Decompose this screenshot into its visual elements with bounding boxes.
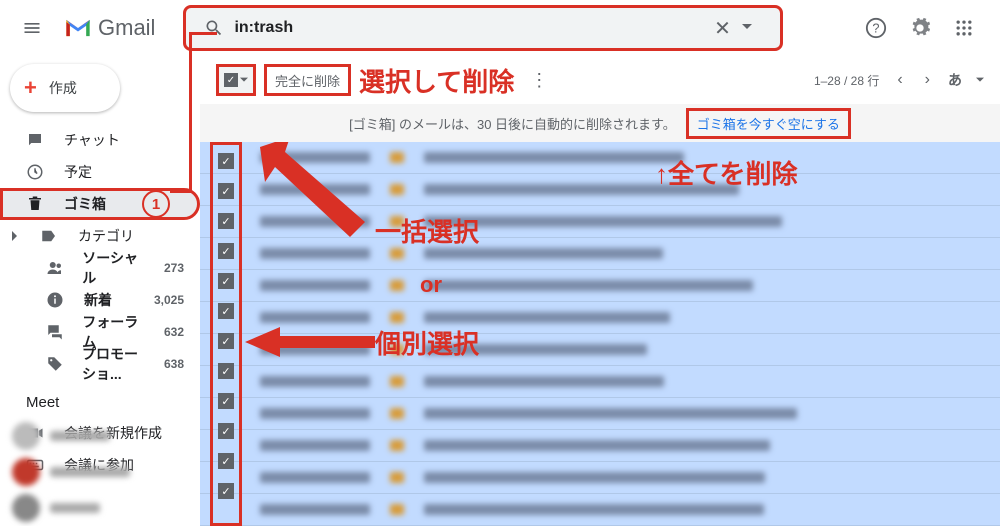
row-checkbox[interactable]: ✓ bbox=[218, 393, 234, 409]
empty-trash-link[interactable]: ゴミ箱を今すぐ空にする bbox=[686, 108, 851, 139]
row-checkbox[interactable]: ✓ bbox=[218, 483, 234, 499]
search-icon bbox=[204, 18, 224, 38]
message-row[interactable] bbox=[200, 462, 1000, 494]
sidebar-item-label: プロモーショ... bbox=[82, 344, 146, 384]
sidebar-item-label: チャット bbox=[64, 130, 120, 150]
row-checkbox[interactable]: ✓ bbox=[218, 153, 234, 169]
plus-icon: + bbox=[24, 75, 37, 101]
meet-section-header: Meet bbox=[0, 380, 200, 417]
clock-icon bbox=[26, 163, 46, 181]
next-page-button[interactable]: › bbox=[921, 67, 934, 93]
banner-text: [ゴミ箱] のメールは、30 日後に自動的に削除されます。 bbox=[349, 114, 676, 133]
gmail-logo[interactable]: Gmail bbox=[64, 15, 155, 41]
info-icon bbox=[46, 291, 66, 309]
message-row[interactable] bbox=[200, 366, 1000, 398]
sidebar-item-count: 273 bbox=[164, 261, 184, 275]
caret-right-icon bbox=[10, 231, 22, 241]
message-row[interactable] bbox=[200, 494, 1000, 526]
sidebar-item-promotions[interactable]: プロモーショ... 638 bbox=[0, 348, 200, 380]
hangouts-contacts bbox=[0, 418, 200, 526]
input-method-button[interactable]: あ bbox=[948, 70, 962, 90]
gmail-text: Gmail bbox=[98, 15, 155, 41]
caret-down-icon bbox=[240, 76, 248, 84]
message-list: ✓ ✓ ✓ ✓ ✓ ✓ ✓ ✓ ✓ ✓ ✓ ✓ 一括選択 or 個別選択 ↑全てを削除 bbox=[200, 142, 1000, 526]
sidebar-item-count: 3,025 bbox=[154, 293, 184, 307]
row-checkbox[interactable]: ✓ bbox=[218, 303, 234, 319]
caret-down-icon bbox=[742, 22, 752, 32]
message-row[interactable] bbox=[200, 142, 1000, 174]
label-icon bbox=[40, 227, 60, 245]
sidebar-item-label: 新着 bbox=[84, 290, 112, 310]
message-row[interactable] bbox=[200, 430, 1000, 462]
hamburger-icon bbox=[22, 18, 42, 38]
sidebar-item-chat[interactable]: チャット bbox=[0, 124, 200, 156]
annotation-circle-1: 1 bbox=[142, 190, 170, 218]
message-row[interactable] bbox=[200, 206, 1000, 238]
row-checkbox[interactable]: ✓ bbox=[218, 183, 234, 199]
apps-grid-icon bbox=[954, 18, 974, 38]
message-row[interactable] bbox=[200, 174, 1000, 206]
sidebar-item-scheduled[interactable]: 予定 bbox=[0, 156, 200, 188]
more-actions-button[interactable]: ⋮ bbox=[530, 70, 548, 91]
chat-icon bbox=[26, 131, 46, 149]
main-panel: ✓ 完全に削除 選択して削除 ⋮ 1–28 / 28 行 ‹ › あ [ゴミ箱]… bbox=[200, 56, 1000, 526]
search-button[interactable] bbox=[194, 18, 234, 38]
forum-icon bbox=[46, 323, 64, 341]
message-row[interactable] bbox=[200, 270, 1000, 302]
caret-down-icon bbox=[976, 76, 984, 84]
search-input[interactable] bbox=[234, 19, 702, 37]
close-icon: ✕ bbox=[714, 16, 731, 41]
toolbar: ✓ 完全に削除 選択して削除 ⋮ 1–28 / 28 行 ‹ › あ bbox=[200, 56, 1000, 104]
sidebar-item-label: ソーシャル bbox=[82, 248, 146, 288]
message-row[interactable] bbox=[200, 302, 1000, 334]
compose-button[interactable]: + 作成 bbox=[10, 64, 120, 112]
checkbox-column: ✓ ✓ ✓ ✓ ✓ ✓ ✓ ✓ ✓ ✓ ✓ ✓ bbox=[210, 142, 242, 526]
trash-info-banner: [ゴミ箱] のメールは、30 日後に自動的に削除されます。 ゴミ箱を今すぐ空にす… bbox=[200, 104, 1000, 142]
sidebar-item-social[interactable]: ソーシャル 273 bbox=[0, 252, 200, 284]
sidebar-item-count: 638 bbox=[164, 357, 184, 371]
header-actions: ? bbox=[856, 8, 992, 48]
select-all-checkbox[interactable]: ✓ bbox=[216, 64, 256, 96]
message-row[interactable] bbox=[200, 334, 1000, 366]
sidebar-item-label: カテゴリ bbox=[78, 226, 134, 246]
annotation-individual-select: 個別選択 bbox=[375, 324, 479, 361]
row-checkbox[interactable]: ✓ bbox=[218, 453, 234, 469]
row-checkbox[interactable]: ✓ bbox=[218, 273, 234, 289]
settings-button[interactable] bbox=[900, 8, 940, 48]
checkbox-checked-icon: ✓ bbox=[224, 73, 238, 87]
annotation-or: or bbox=[420, 272, 442, 298]
svg-text:?: ? bbox=[872, 21, 879, 36]
people-icon bbox=[46, 259, 64, 277]
help-icon: ? bbox=[865, 17, 887, 39]
support-button[interactable]: ? bbox=[856, 8, 896, 48]
message-row[interactable] bbox=[200, 398, 1000, 430]
sidebar-item-label: 予定 bbox=[64, 162, 92, 182]
message-row[interactable] bbox=[200, 238, 1000, 270]
search-options-button[interactable] bbox=[742, 19, 772, 37]
gmail-icon bbox=[64, 17, 92, 39]
gear-icon bbox=[909, 17, 931, 39]
pagination-text: 1–28 / 28 行 bbox=[814, 72, 879, 89]
sidebar-item-count: 632 bbox=[164, 325, 184, 339]
main-menu-button[interactable] bbox=[8, 4, 56, 52]
row-checkbox[interactable]: ✓ bbox=[218, 363, 234, 379]
compose-label: 作成 bbox=[49, 78, 77, 98]
trash-icon bbox=[26, 195, 46, 213]
row-checkbox[interactable]: ✓ bbox=[218, 213, 234, 229]
sidebar-item-label: ゴミ箱 bbox=[64, 194, 106, 214]
sidebar: + 作成 チャット 予定 ゴミ箱 カテゴリ ソーシャル 273 新着 bbox=[0, 56, 200, 526]
annotation-bulk-select: 一括選択 bbox=[375, 212, 479, 249]
annotation-select-delete: 選択して削除 bbox=[359, 62, 514, 99]
prev-page-button[interactable]: ‹ bbox=[893, 67, 906, 93]
delete-forever-button[interactable]: 完全に削除 bbox=[264, 64, 351, 96]
app-header: Gmail ✕ ? bbox=[0, 0, 1000, 56]
row-checkbox[interactable]: ✓ bbox=[218, 333, 234, 349]
apps-button[interactable] bbox=[944, 8, 984, 48]
row-checkbox[interactable]: ✓ bbox=[218, 243, 234, 259]
row-checkbox[interactable]: ✓ bbox=[218, 423, 234, 439]
search-bar: ✕ bbox=[183, 5, 783, 51]
tag-icon bbox=[46, 355, 64, 373]
search-clear-button[interactable]: ✕ bbox=[702, 16, 742, 41]
annotation-delete-all: ↑全てを削除 bbox=[655, 154, 797, 191]
